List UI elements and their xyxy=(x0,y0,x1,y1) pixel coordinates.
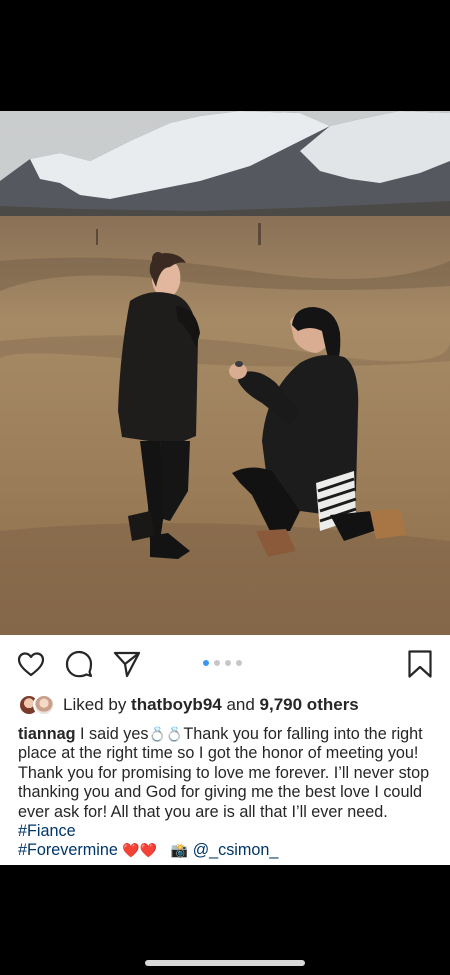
avatar xyxy=(33,694,55,716)
likes-text: Liked by thatboyb94 and 9,790 others xyxy=(63,695,359,715)
likes-prefix: Liked by xyxy=(63,695,132,714)
status-bar-area xyxy=(0,0,450,111)
post-photo[interactable] xyxy=(0,111,450,635)
carousel-dot xyxy=(225,660,231,666)
caption: tiannag I said yes💍💍Thank you for fallin… xyxy=(18,725,438,861)
carousel-dot xyxy=(236,660,242,666)
heart-emoji: ❤️❤️ xyxy=(122,842,158,859)
likes-middle: and xyxy=(221,695,260,714)
home-indicator[interactable] xyxy=(145,960,305,966)
heart-icon[interactable] xyxy=(16,649,46,679)
carousel-indicator xyxy=(203,660,242,666)
camera-emoji: 📸 xyxy=(170,842,189,859)
carousel-dot xyxy=(214,660,220,666)
ring-emoji: 💍💍 xyxy=(148,726,184,742)
mention-link[interactable]: @_csimon_ xyxy=(193,841,279,859)
send-icon[interactable] xyxy=(112,649,142,679)
proposal-photo xyxy=(0,111,450,635)
caption-text: I said yes xyxy=(75,725,149,743)
carousel-dot-active xyxy=(203,660,209,666)
post-panel: Liked by thatboyb94 and 9,790 others tia… xyxy=(0,635,450,865)
hashtag-link[interactable]: #Fiance xyxy=(18,822,76,840)
liker-avatars[interactable] xyxy=(18,694,58,716)
caption-username[interactable]: tiannag xyxy=(18,725,76,743)
likes-row: Liked by thatboyb94 and 9,790 others xyxy=(18,693,359,717)
bookmark-icon[interactable] xyxy=(405,649,435,679)
bottom-area xyxy=(0,865,450,975)
liker-username[interactable]: thatboyb94 xyxy=(131,695,222,714)
action-bar xyxy=(0,635,450,691)
comment-icon[interactable] xyxy=(64,649,94,679)
hashtag-link[interactable]: #Forevermine xyxy=(18,841,118,859)
likes-count[interactable]: 9,790 others xyxy=(260,695,359,714)
